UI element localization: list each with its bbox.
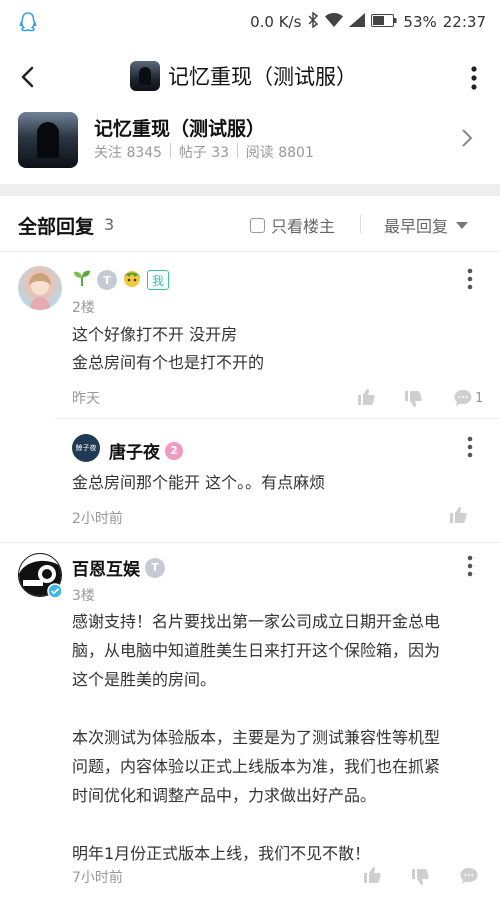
sub-reply-content: 金总房间那个能开 这个。。有点麻烦 [72, 473, 326, 492]
avatar[interactable] [18, 266, 62, 310]
reply-count: 3 [104, 215, 115, 234]
post-content: 这个好像打不开 没开房 金总房间有个也是打不开的 [72, 321, 264, 377]
only-host-label: 只看楼主 [271, 217, 336, 236]
chevron-right-icon [460, 128, 474, 148]
post-content-line [72, 694, 440, 723]
reply-header: 全部回复 3 只看楼主 最早回复 [0, 196, 500, 252]
title-badge-letter: T [103, 273, 111, 287]
post-content-line: 脑，从电脑中知道胜美生日来打开这个保险箱，因为 [72, 641, 441, 660]
post-content-line: 金总房间有个也是打不开的 [72, 353, 265, 372]
status-bar: 0.0 K/s 53% 22:37 [0, 0, 500, 44]
post-content: 感谢支持！名片要找出第一家公司成立日期开金总电 脑，从电脑中知道胜美生日来打开这… [72, 607, 440, 868]
header-divider [360, 215, 361, 233]
floor-number: 2楼 [72, 300, 95, 316]
post-count: 帖子 33 [178, 145, 230, 161]
title-badge: T [145, 557, 165, 578]
sprout-icon [72, 268, 92, 292]
bluetooth-icon [307, 11, 319, 32]
user-badges: 百恩互娱 T [72, 555, 165, 580]
me-badge: 我 [147, 270, 170, 290]
post-time: 昨天 [72, 391, 100, 407]
user-badges: T 我 [72, 268, 170, 292]
stats-divider: | [235, 142, 240, 158]
nav-title-group: 记忆重现（测试服） [130, 61, 357, 91]
post-content-line [72, 810, 440, 839]
forum-logo [18, 112, 78, 168]
post-content-line: 时间优化和调整产品中，力求做出好产品。 [72, 786, 377, 805]
caret-down-icon [456, 221, 469, 229]
post-content-line: 本次测试为体验版本，主要是为了测试兼容性等机型 [72, 728, 441, 747]
battery-icon [371, 13, 397, 31]
post-content-line: 这个是胜美的房间。 [72, 670, 217, 689]
only-host-toggle[interactable]: 只看楼主 [250, 213, 335, 237]
back-arrow-icon[interactable] [14, 62, 44, 92]
reply-post-3: 百恩互娱 T 3楼 感谢支持！名片要找出第一家公司成立日期开金总电 脑，从电脑中… [0, 543, 500, 919]
username[interactable]: 唐子夜 [109, 438, 160, 463]
only-host-checkbox[interactable] [250, 217, 265, 233]
verified-icon [47, 583, 63, 603]
qq-notification-icon [18, 11, 38, 37]
comment-button[interactable] [459, 866, 479, 886]
post-content-line: 问题，内容体验以正式上线版本为准，我们也在抓紧 [72, 757, 441, 776]
level-badge: 2 [165, 441, 183, 460]
post-content-line: 感谢支持！名片要找出第一家公司成立日期开金总电 [72, 612, 441, 631]
clock: 22:37 [442, 13, 486, 31]
floor-number: 3楼 [72, 588, 95, 604]
comment-count: 1 [475, 390, 484, 406]
forum-info-card[interactable]: 记忆重现（测试服） 关注 8345 | 帖子 33 | 阅读 8801 [0, 110, 500, 184]
all-replies-label: 全部回复 [18, 216, 95, 238]
post-more-icon[interactable] [467, 268, 473, 290]
top-nav-bar: 记忆重现（测试服） [0, 44, 500, 110]
username[interactable]: 百恩互娱 [72, 555, 140, 580]
sub-reply-more-icon[interactable] [467, 436, 473, 458]
sub-reply-avatar[interactable]: 鲸子夜 [72, 434, 100, 462]
follow-count: 关注 8345 [94, 145, 163, 161]
like-button[interactable] [356, 387, 376, 407]
title-badge: T [97, 270, 117, 290]
signal-icon [349, 13, 366, 31]
sub-reply-divider [54, 418, 500, 419]
sub-reply-time: 2小时前 [72, 511, 123, 527]
section-divider [0, 184, 500, 196]
forum-name: 记忆重现（测试服） [94, 118, 266, 140]
sort-label: 最早回复 [384, 217, 449, 236]
sub-reply-avatar-text: 鲸子夜 [75, 444, 97, 452]
reply-post-2: T 我 2楼 这个好像打不开 没开房 金总房间有个也是打不开的 昨天 1 鲸子夜… [0, 252, 500, 542]
dislike-button[interactable] [410, 867, 430, 887]
stats-divider: | [168, 142, 173, 158]
like-button[interactable] [448, 505, 468, 525]
post-time: 7小时前 [72, 870, 123, 886]
like-button[interactable] [362, 865, 382, 885]
post-content-line: 这个好像打不开 没开房 [72, 325, 238, 344]
forum-stats: 关注 8345 | 帖子 33 | 阅读 8801 [94, 142, 314, 162]
dislike-button[interactable] [403, 389, 423, 409]
more-options-icon[interactable] [470, 66, 478, 90]
forum-nav-avatar [130, 61, 160, 91]
sub-reply-user: 唐子夜 2 [109, 438, 183, 463]
network-speed: 0.0 K/s [250, 13, 302, 31]
sort-dropdown[interactable]: 最早回复 [384, 213, 469, 237]
nav-title: 记忆重现（测试服） [168, 65, 357, 89]
post-more-icon[interactable] [467, 555, 473, 577]
cartoon-badge-icon [122, 268, 142, 292]
battery-percent: 53% [403, 13, 437, 31]
title-badge-letter: T [151, 561, 159, 574]
sub-reply: 鲸子夜 唐子夜 2 金总房间那个能开 这个。。有点麻烦 2小时前 [54, 420, 500, 540]
post-content-line: 明年1月份正式版本上线，我们不见不散！ [72, 844, 371, 863]
read-count: 阅读 8801 [245, 145, 314, 161]
comment-button[interactable]: 1 [453, 388, 483, 408]
wifi-icon [325, 13, 344, 31]
